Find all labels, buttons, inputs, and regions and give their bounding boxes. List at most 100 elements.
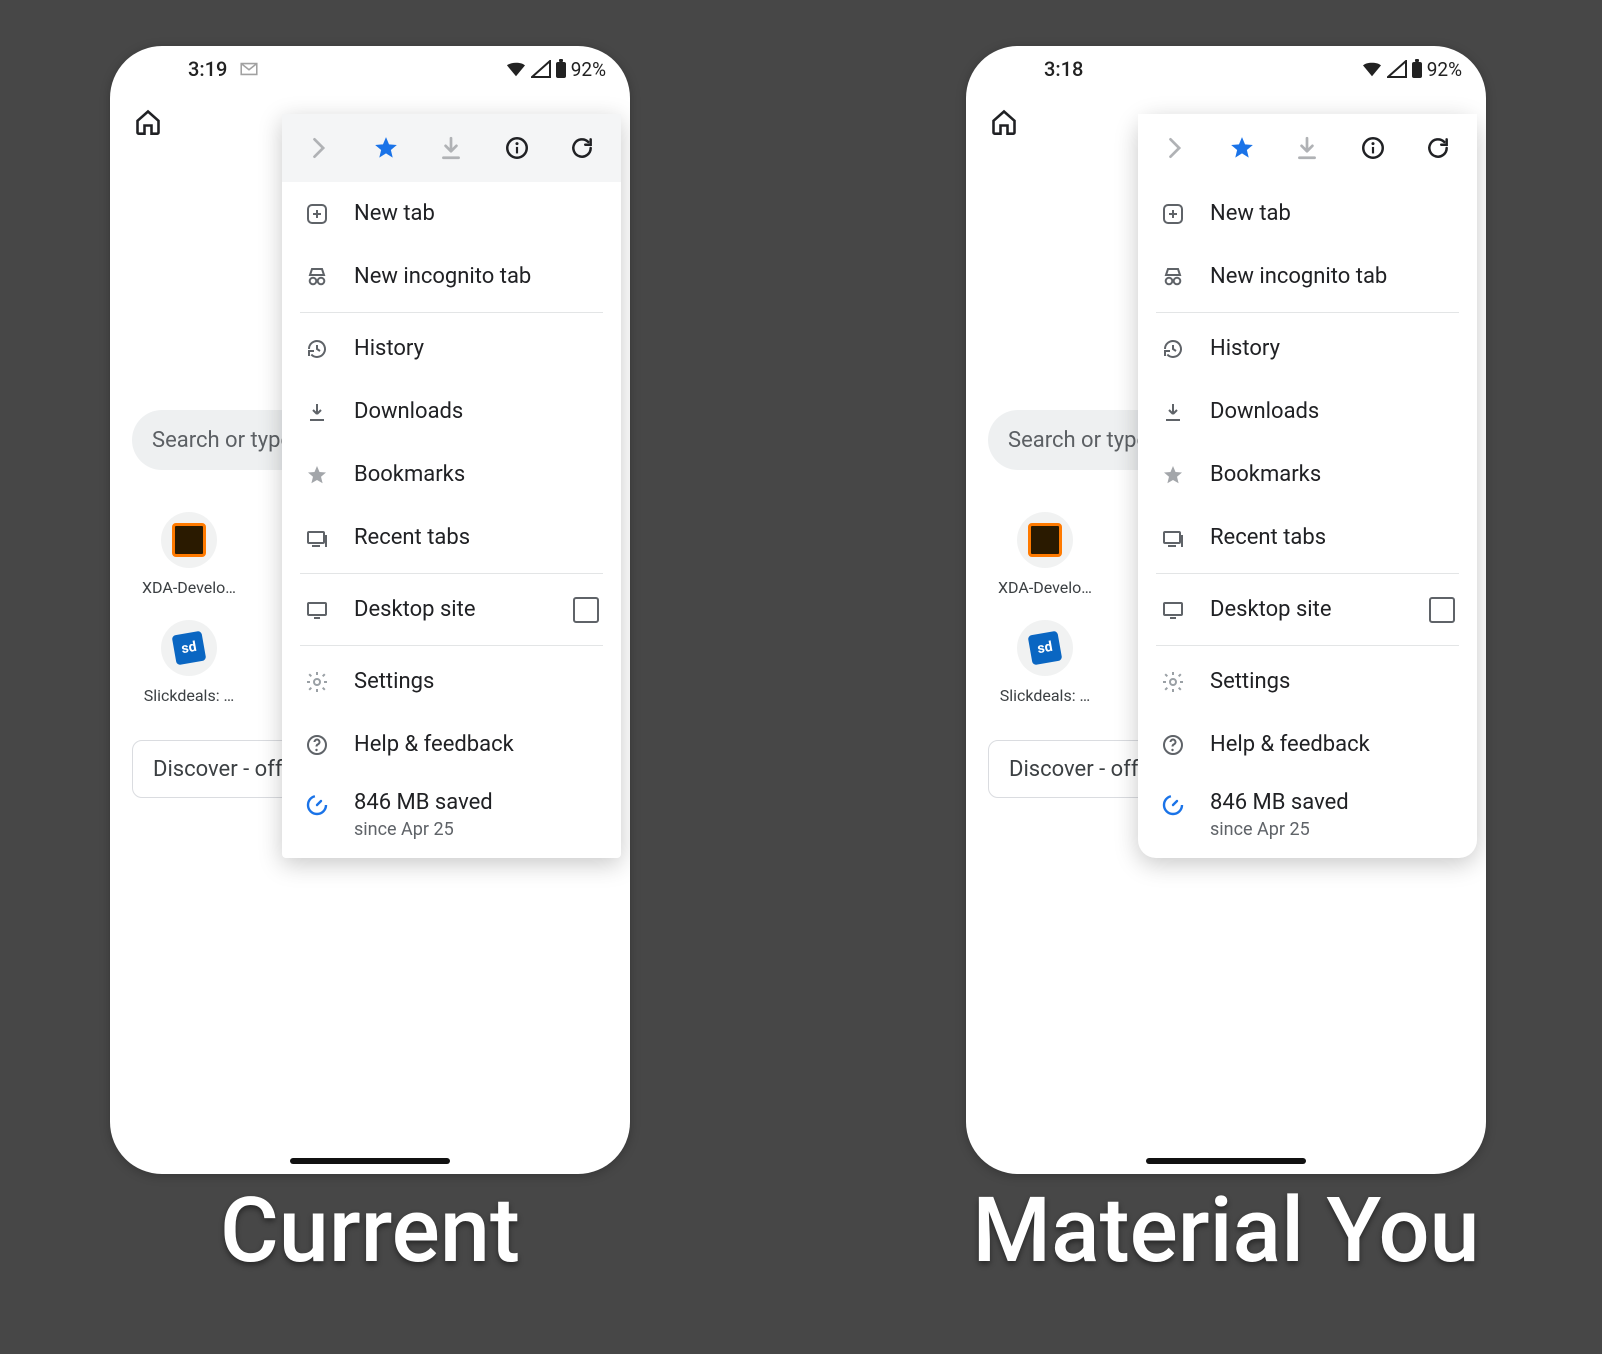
shortcut-slickdeals[interactable]: sd Slickdeals: …: [132, 620, 246, 705]
signal-icon: [531, 60, 551, 78]
bookmarks-icon: [304, 463, 330, 487]
menu-new-tab[interactable]: New tab: [282, 182, 621, 245]
menu-recent-tabs[interactable]: Recent tabs: [282, 506, 621, 569]
star-icon[interactable]: [373, 135, 399, 161]
omnibox-placeholder: Search or type: [152, 428, 292, 453]
recent-tabs-icon: [304, 526, 330, 550]
desktop-checkbox[interactable]: [573, 597, 599, 623]
home-icon[interactable]: [134, 108, 162, 136]
recent-tabs-icon: [1160, 526, 1186, 550]
overflow-menu: New tab New incognito tab History Downlo…: [1138, 114, 1477, 858]
shortcut-label: Slickdeals: …: [144, 686, 235, 705]
menu-history[interactable]: History: [1138, 317, 1477, 380]
star-icon[interactable]: [1229, 135, 1255, 161]
wifi-icon: [505, 60, 527, 78]
plus-square-icon: [1160, 202, 1186, 226]
menu-data-saved[interactable]: 846 MB saved since Apr 25: [1138, 776, 1477, 858]
incognito-icon: [304, 265, 330, 289]
status-time: 3:19: [188, 57, 227, 81]
caption-material-you: Material You: [966, 1178, 1486, 1283]
battery-text: 92%: [1427, 58, 1462, 81]
menu-label: Desktop site: [354, 597, 476, 622]
menu-history[interactable]: History: [282, 317, 621, 380]
info-icon[interactable]: [1360, 135, 1386, 161]
plus-square-icon: [304, 202, 330, 226]
menu-label: New incognito tab: [354, 264, 531, 289]
menu-label: Desktop site: [1210, 597, 1332, 622]
battery-text: 92%: [571, 58, 606, 81]
home-icon[interactable]: [990, 108, 1018, 136]
omnibox-placeholder: Search or type: [1008, 428, 1148, 453]
menu-incognito[interactable]: New incognito tab: [282, 245, 621, 308]
menu-label: History: [354, 336, 424, 361]
menu-label: Help & feedback: [1210, 732, 1370, 757]
menu-data-saved[interactable]: 846 MB saved since Apr 25: [282, 776, 621, 858]
discover-label: Discover - off: [153, 757, 283, 782]
caption-current: Current: [110, 1178, 630, 1283]
shortcut-label: XDA-Develo…: [998, 578, 1092, 597]
wifi-icon: [1361, 60, 1383, 78]
status-bar: 3:18 92%: [966, 46, 1486, 92]
desktop-icon: [304, 598, 330, 622]
menu-settings[interactable]: Settings: [282, 650, 621, 713]
data-saved-main: 846 MB saved: [1210, 790, 1349, 815]
refresh-icon[interactable]: [569, 135, 595, 161]
forward-icon[interactable]: [1164, 135, 1190, 161]
menu-label: History: [1210, 336, 1280, 361]
menu-downloads[interactable]: Downloads: [282, 380, 621, 443]
menu-desktop-site[interactable]: Desktop site: [282, 578, 621, 641]
menu-downloads[interactable]: Downloads: [1138, 380, 1477, 443]
gesture-bar: [1146, 1158, 1306, 1164]
menu-label: Help & feedback: [354, 732, 514, 757]
shortcut-slickdeals[interactable]: sd Slickdeals: …: [988, 620, 1102, 705]
menu-settings[interactable]: Settings: [1138, 650, 1477, 713]
phone-material-you: 3:18 92% Search or type XDA-Develo…: [966, 46, 1486, 1174]
shortcut-xda[interactable]: XDA-Develo…: [988, 512, 1102, 597]
desktop-icon: [1160, 598, 1186, 622]
menu-help[interactable]: Help & feedback: [1138, 713, 1477, 776]
help-icon: [1160, 733, 1186, 757]
overflow-menu: New tab New incognito tab History Downlo…: [282, 114, 621, 858]
menu-label: Downloads: [354, 399, 463, 424]
menu-incognito[interactable]: New incognito tab: [1138, 245, 1477, 308]
menu-bookmarks[interactable]: Bookmarks: [1138, 443, 1477, 506]
status-time: 3:18: [1044, 57, 1083, 81]
data-saved-sub: since Apr 25: [354, 819, 493, 840]
download-icon[interactable]: [438, 135, 464, 161]
menu-label: Recent tabs: [354, 525, 470, 550]
menu-label: New incognito tab: [1210, 264, 1387, 289]
phone-current: 3:19 92% Search or type: [110, 46, 630, 1174]
info-icon[interactable]: [504, 135, 530, 161]
menu-label: Recent tabs: [1210, 525, 1326, 550]
gesture-bar: [290, 1158, 450, 1164]
menu-label: New tab: [1210, 201, 1291, 226]
menu-bookmarks[interactable]: Bookmarks: [282, 443, 621, 506]
gear-icon: [1160, 670, 1186, 694]
shortcut-label: Slickdeals: …: [1000, 686, 1091, 705]
signal-icon: [1387, 60, 1407, 78]
shortcut-xda[interactable]: XDA-Develo…: [132, 512, 246, 597]
menu-label: Downloads: [1210, 399, 1319, 424]
battery-icon: [555, 59, 567, 79]
status-bar: 3:19 92%: [110, 46, 630, 92]
menu-label: Settings: [1210, 669, 1290, 694]
history-icon: [1160, 337, 1186, 361]
download-icon[interactable]: [1294, 135, 1320, 161]
menu-new-tab[interactable]: New tab: [1138, 182, 1477, 245]
data-saved-sub: since Apr 25: [1210, 819, 1349, 840]
forward-icon[interactable]: [308, 135, 334, 161]
menu-desktop-site[interactable]: Desktop site: [1138, 578, 1477, 641]
menu-recent-tabs[interactable]: Recent tabs: [1138, 506, 1477, 569]
menu-label: Bookmarks: [354, 462, 465, 487]
downloads-icon: [304, 400, 330, 424]
menu-label: New tab: [354, 201, 435, 226]
menu-label: Bookmarks: [1210, 462, 1321, 487]
gmail-icon: [239, 62, 259, 76]
data-saved-main: 846 MB saved: [354, 790, 493, 815]
desktop-checkbox[interactable]: [1429, 597, 1455, 623]
shortcut-label: XDA-Develo…: [142, 578, 236, 597]
discover-label: Discover - off: [1009, 757, 1139, 782]
menu-help[interactable]: Help & feedback: [282, 713, 621, 776]
refresh-icon[interactable]: [1425, 135, 1451, 161]
data-saver-icon: [304, 793, 330, 817]
